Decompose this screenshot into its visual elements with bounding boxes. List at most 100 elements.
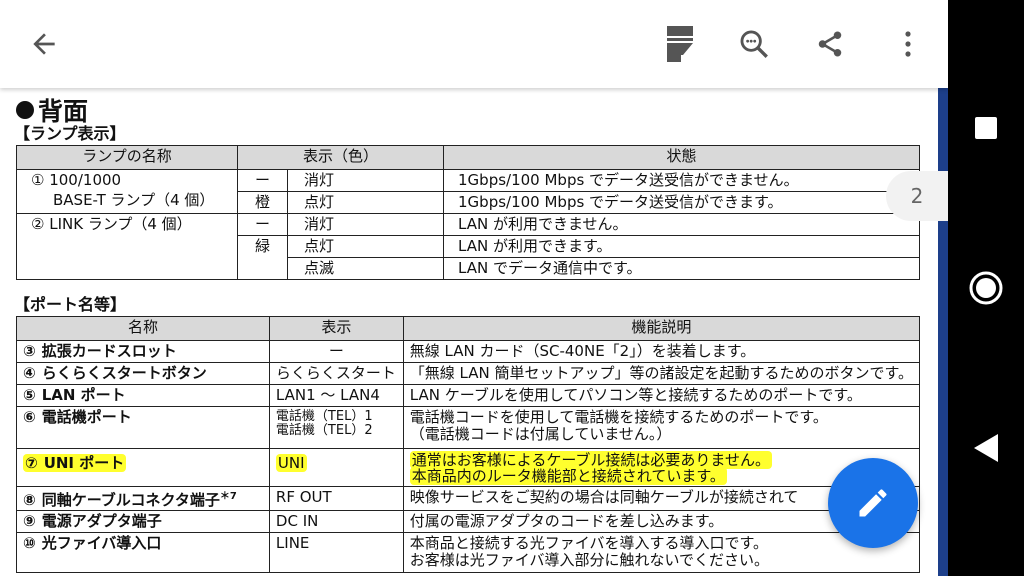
port-name: LAN ポート <box>41 386 126 404</box>
port-name: 拡張カードスロット <box>41 342 177 360</box>
document-page[interactable]: 背面 【ランプ表示】 ランプの名称 表示（色） 状態 ① 100/1000 BAS… <box>0 88 948 576</box>
back-button[interactable] <box>20 20 68 68</box>
highlighted-text: 本商品内のルータ機能部と接続されています。 <box>409 467 727 485</box>
table-cell: ⑧ 同軸ケーブルコネクタ端子＊7 <box>16 486 270 511</box>
search-button[interactable] <box>730 20 778 68</box>
table-cell: 電話機（TEL）1 電話機（TEL）2 <box>268 406 404 449</box>
top-toolbar <box>0 0 948 88</box>
table-cell: LAN1 ～ LAN4 <box>268 384 404 407</box>
port-table: 名称 表示 機能説明 ③ 拡張カードスロット ー 無線 LAN カード（SC-40… <box>16 316 921 573</box>
table-cell: 緑 <box>237 235 288 280</box>
lamp-table: ランプの名称 表示（色） 状態 ① 100/1000 BASE-T ランプ（4 個… <box>16 145 920 280</box>
row-number: ⑨ <box>23 512 36 530</box>
more-options-button[interactable] <box>884 20 932 68</box>
table-cell: 電話機コードを使用して電話機を接続するためのポートです。 （電話機コードは付属して… <box>402 406 921 449</box>
port-desc: （電話機コードは付属していません。） <box>409 425 672 443</box>
table-header: 表示 <box>268 316 404 341</box>
recents-button[interactable] <box>962 104 1010 152</box>
edit-fab-button[interactable] <box>828 458 918 548</box>
page-edge <box>938 88 948 576</box>
port-name: 光ファイバ導入口 <box>41 534 162 552</box>
table-cell: 点灯 <box>287 191 444 214</box>
table-cell: UNI <box>268 448 404 487</box>
table-cell: ④ らくらくスタートボタン <box>16 362 270 385</box>
highlighted-text: UNI <box>275 454 307 472</box>
document-icon <box>667 26 693 62</box>
table-row: ⑩ 光ファイバ導入口 LINE 本商品と接続する光ファイバを導入する導入口です。お… <box>16 532 921 573</box>
table-cell: 橙 <box>237 191 288 214</box>
table-header: 名称 <box>16 316 270 341</box>
table-cell: ⑤ LAN ポート <box>16 384 270 407</box>
table-cell: 点滅 <box>287 257 444 280</box>
more-vertical-icon <box>905 31 911 57</box>
zoom-search-icon <box>740 30 768 58</box>
table-cell: LAN ケーブルを使用してパソコン等と接続するためのポートです。 <box>402 384 921 407</box>
home-circle-icon <box>969 271 1003 305</box>
table-cell: 本商品と接続する光ファイバを導入する導入口です。 お客様は光ファイバ導入部分に触れ… <box>402 532 921 573</box>
port-desc: 本商品と接続する光ファイバを導入する導入口です。 <box>409 534 768 552</box>
lamp-section-heading: 【ランプ表示】 <box>14 124 126 143</box>
table-cell: LAN でデータ通信中です。 <box>443 257 920 280</box>
android-nav-bar <box>948 0 1024 576</box>
table-cell: ⑥ 電話機ポート <box>16 406 270 449</box>
table-row: ① 100/1000 BASE-T ランプ（4 個） ー 消灯 1Gbps/100… <box>16 169 920 214</box>
table-header: 表示（色） <box>237 145 444 170</box>
port-table-header: 名称 表示 機能説明 <box>16 316 921 341</box>
row-number: ⑥ <box>23 408 36 426</box>
port-desc: お客様は光ファイバ導入部分に触れないでください。 <box>409 551 770 569</box>
table-row: ⑥ 電話機ポート 電話機（TEL）1 電話機（TEL）2 電話機コードを使用して電話… <box>16 406 921 449</box>
row-number: ④ <box>23 364 36 382</box>
back-nav-button[interactable] <box>962 424 1010 472</box>
table-header: ランプの名称 <box>16 145 238 170</box>
lamp-name: ① 100/1000 <box>31 171 122 189</box>
table-cell: 消灯 <box>287 169 444 192</box>
table-cell: 消灯 <box>287 213 444 236</box>
share-button[interactable] <box>806 20 854 68</box>
back-triangle-icon <box>974 434 998 462</box>
row-number: ③ <box>23 342 36 360</box>
recents-square-icon <box>975 117 997 139</box>
footnote-mark: ＊7 <box>219 491 237 502</box>
row-number: ⑦ <box>25 454 38 472</box>
table-row: ⑨ 電源アダプタ端子 DC IN 付属の電源アダプタのコードを差し込みます。 <box>16 510 921 533</box>
table-row: ⑧ 同軸ケーブルコネクタ端子＊7 RF OUT 映像サービスをご契約の場合は同軸ケ… <box>16 486 921 511</box>
table-cell: LINE <box>268 532 404 573</box>
document-mode-button[interactable] <box>656 20 704 68</box>
table-cell: LAN が利用できます。 <box>443 235 920 258</box>
port-section-heading: 【ポート名等】 <box>14 295 127 314</box>
edit-pencil-icon <box>859 489 887 517</box>
row-number: ⑤ <box>23 386 36 404</box>
table-cell: ⑩ 光ファイバ導入口 <box>16 532 270 573</box>
port-desc: 電話機コードを使用して電話機を接続するためのポートです。 <box>409 408 828 426</box>
table-cell: らくらくスタート <box>268 362 404 385</box>
lamp-name: BASE-T ランプ（4 個） <box>53 191 215 209</box>
lamp-table-header: ランプの名称 表示（色） 状態 <box>16 145 920 170</box>
table-cell: ⑦ UNI ポート <box>16 448 270 487</box>
table-row: ⑦ UNI ポート UNI 通常はお客様によるケーブル接続は必要ありません。 本商品… <box>16 448 921 487</box>
table-cell: ー <box>268 340 404 363</box>
table-cell: 「無線 LAN 簡単セットアップ」等の諸設定を起動するためのボタンです。 <box>402 362 921 385</box>
port-name: 電源アダプタ端子 <box>41 512 162 530</box>
table-cell: 1Gbps/100 Mbps でデータ送受信ができます。 <box>443 191 920 214</box>
port-name: らくらくスタートボタン <box>41 364 207 382</box>
table-cell: ③ 拡張カードスロット <box>16 340 270 363</box>
table-cell: ② LINK ランプ（4 個） <box>16 213 238 280</box>
table-cell: DC IN <box>268 510 404 533</box>
table-row: ⑤ LAN ポート LAN1 ～ LAN4 LAN ケーブルを使用してパソコン等と… <box>16 384 921 407</box>
port-name: 電話機ポート <box>41 408 132 426</box>
bullet-icon <box>16 101 34 119</box>
arrow-back-icon <box>33 33 55 55</box>
table-cell: 点灯 <box>287 235 444 258</box>
port-display: 電話機（TEL）1 <box>275 409 373 424</box>
table-row: ④ らくらくスタートボタン らくらくスタート 「無線 LAN 簡単セットアップ」等… <box>16 362 921 385</box>
table-row: ② LINK ランプ（4 個） ー 消灯 LAN が利用できません。 <box>16 213 920 280</box>
table-header: 機能説明 <box>402 316 921 341</box>
port-name: 同軸ケーブルコネクタ端子 <box>41 491 220 509</box>
pdf-viewer-app: 背面 【ランプ表示】 ランプの名称 表示（色） 状態 ① 100/1000 BAS… <box>0 0 948 576</box>
home-button[interactable] <box>962 264 1010 312</box>
port-display: 電話機（TEL）2 <box>275 423 373 438</box>
highlighted-text: ⑦ UNI ポート <box>23 454 127 472</box>
port-name: UNI ポート <box>43 454 125 472</box>
table-cell: 無線 LAN カード（SC-40NE「2」）を装着します。 <box>402 340 921 363</box>
table-cell: ① 100/1000 BASE-T ランプ（4 個） <box>16 169 238 214</box>
